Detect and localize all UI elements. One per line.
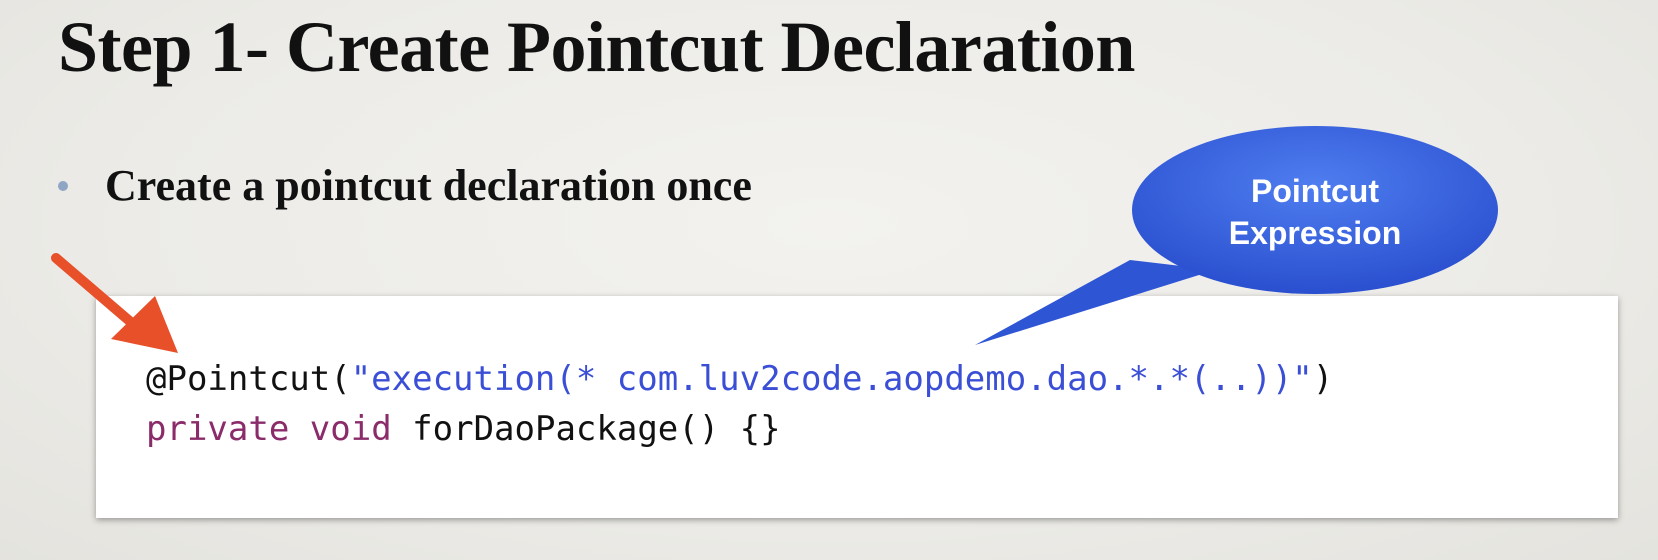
callout-label-line-2: Expression — [1228, 215, 1402, 251]
code-line-1: @Pointcut("execution(* com.luv2code.aopd… — [146, 354, 1333, 404]
bullet-text: Create a pointcut declaration once — [105, 161, 752, 210]
code-keyword-private: private — [146, 409, 290, 449]
code-close-paren: ) — [1312, 359, 1334, 399]
bullet-item: Create a pointcut declaration once — [58, 160, 752, 211]
code-block: @Pointcut("execution(* com.luv2code.aopd… — [96, 296, 1618, 518]
code-string: "execution(* com.luv2code.aopdemo.dao.*.… — [350, 359, 1313, 399]
code-line-2: private void forDaoPackage() {} — [146, 404, 781, 454]
code-method-signature: forDaoPackage() {} — [412, 409, 781, 449]
callout-label: Pointcut Expression — [1132, 170, 1498, 254]
code-space-2 — [392, 409, 412, 449]
code-keyword-void: void — [309, 409, 392, 449]
callout-label-line-1: Pointcut — [1251, 173, 1379, 209]
bullet-dot — [58, 180, 68, 191]
code-space-1 — [289, 409, 309, 449]
slide-title: Step 1- Create Pointcut Declaration — [58, 7, 1135, 87]
code-annotation: @Pointcut( — [146, 359, 351, 399]
